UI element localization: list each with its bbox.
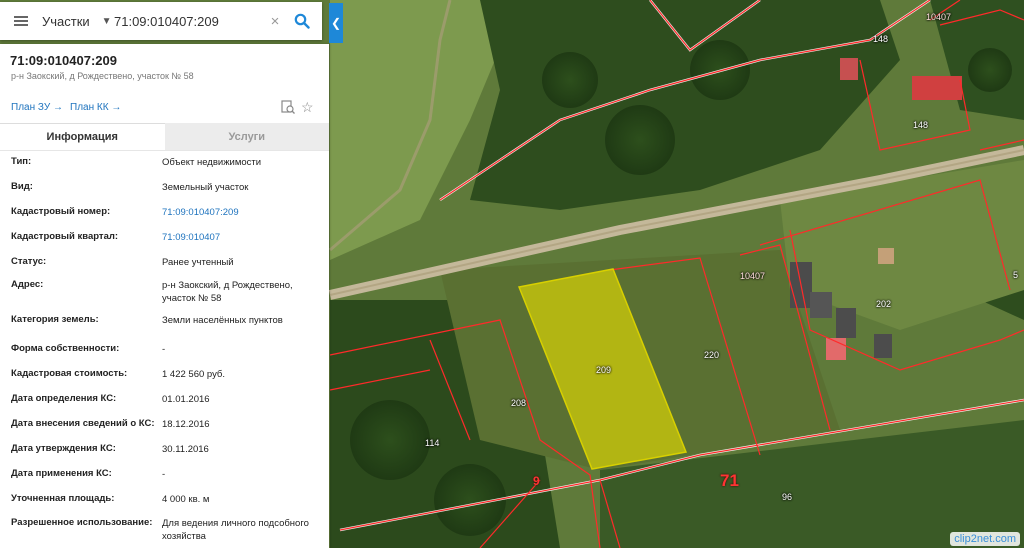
property-value: -	[162, 469, 166, 480]
property-key: Разрешенное использование:	[11, 517, 153, 528]
map-label-quarter-top: 10407	[926, 12, 952, 22]
property-value: -	[162, 344, 166, 355]
property-row: Категория земель: Земли населённых пункто…	[0, 314, 329, 343]
tab-services[interactable]: Услуги	[164, 123, 329, 150]
property-key: Уточненная площадь:	[11, 493, 115, 504]
property-row: Статус: Ранее учтенный	[0, 256, 329, 279]
property-key: Кадастровый номер:	[11, 206, 111, 217]
property-row: Разрешенное использование: Для ведения ли…	[0, 517, 329, 548]
chevron-down-icon: ▼	[101, 15, 112, 27]
map-label-5: 5	[1013, 270, 1019, 280]
property-value: 4 000 кв. м	[162, 494, 210, 505]
property-row: Дата утверждения КС: 30.11.2016	[0, 443, 329, 468]
property-row: Дата внесения сведений о КС: 18.12.2016	[0, 418, 329, 443]
map-label-quarter-mid: 10407	[740, 271, 766, 281]
plan-zu-label: План ЗУ	[11, 102, 51, 113]
property-value: р-н Заокский, д Рождествено, участок № 5…	[162, 280, 293, 304]
property-key: Дата применения КС:	[11, 468, 112, 479]
property-value: Ранее учтенный	[162, 257, 234, 268]
arrow-right-icon: →	[111, 102, 122, 113]
property-value: 18.12.2016	[162, 419, 210, 430]
property-row: Тип: Объект недвижимости	[0, 156, 329, 181]
property-value: Земельный участок	[162, 182, 249, 193]
property-row: Адрес: р-н Заокский, д Рождествено, участ…	[0, 279, 329, 314]
property-value: 1 422 560 руб.	[162, 369, 226, 380]
property-key: Дата утверждения КС:	[11, 443, 116, 454]
property-row: Дата определения КС: 01.01.2016	[0, 393, 329, 418]
plan-zu-link[interactable]: План ЗУ →	[11, 102, 63, 113]
panel-tabs: Информация Услуги	[0, 123, 329, 150]
plan-kk-link[interactable]: План КК →	[70, 102, 121, 113]
map-label-96: 96	[782, 492, 793, 502]
map-label-148-a: 148	[873, 34, 889, 44]
plan-kk-label: План КК	[70, 102, 109, 113]
property-value: Земли населённых пунктов	[162, 315, 283, 326]
info-panel: 71:09:010407:209 р-н Заокский, д Рождест…	[0, 44, 329, 548]
property-key: Тип:	[11, 156, 32, 167]
search-input[interactable]	[114, 13, 264, 29]
property-key: Кадастровый квартал:	[11, 231, 119, 242]
star-icon[interactable]: ☆	[301, 99, 314, 116]
property-key: Адрес:	[11, 279, 44, 290]
property-row: Кадастровый номер: 71:09:010407:209	[0, 206, 329, 231]
clear-icon[interactable]: ×	[264, 13, 286, 30]
property-row: Кадастровая стоимость: 1 422 560 руб.	[0, 368, 329, 393]
property-key: Форма собственности:	[11, 343, 120, 354]
object-title: 71:09:010407:209	[10, 53, 117, 68]
property-key: Вид:	[11, 181, 33, 192]
property-key: Кадастровая стоимость:	[11, 368, 128, 379]
map-label-9: 9	[533, 474, 540, 488]
watermark: clip2net.com	[950, 532, 1020, 546]
properties-list: Тип: Объект недвижимости Вид: Земельный уча…	[0, 150, 329, 548]
map-label-209: 209	[596, 365, 612, 375]
property-value-link[interactable]: 71:09:010407	[162, 231, 322, 244]
search-icon[interactable]	[286, 2, 318, 40]
map-label-208: 208	[511, 398, 527, 408]
tab-information[interactable]: Информация	[0, 123, 165, 150]
plan-links: План ЗУ → План КК → ☆	[0, 97, 329, 119]
property-key: Статус:	[11, 256, 47, 267]
hamburger-menu-icon[interactable]	[0, 2, 42, 40]
property-value-link[interactable]: 71:09:010407:209	[162, 206, 322, 219]
property-value: 30.11.2016	[162, 444, 209, 455]
map-label-148-b: 148	[913, 120, 929, 130]
object-subtitle: р-н Заокский, д Рождествено, участок № 5…	[11, 71, 194, 81]
property-value: Для ведения личного подсобного хозяйства	[162, 518, 309, 542]
property-value: Объект недвижимости	[162, 157, 262, 168]
map-label-114: 114	[425, 438, 440, 448]
search-bar: Участки ▼ ×	[0, 2, 322, 40]
map-label-202: 202	[876, 299, 892, 309]
property-row: Дата применения КС: -	[0, 468, 329, 493]
arrow-right-icon: →	[52, 102, 63, 113]
property-key: Дата определения КС:	[11, 393, 117, 404]
map-label-71: 71	[720, 471, 739, 490]
property-key: Дата внесения сведений о КС:	[11, 418, 155, 429]
property-value: 01.01.2016	[162, 394, 210, 405]
search-type-label: Участки	[42, 13, 90, 29]
property-row: Кадастровый квартал: 71:09:010407	[0, 231, 329, 256]
property-row: Вид: Земельный участок	[0, 181, 329, 206]
zoom-to-object-icon[interactable]	[281, 100, 295, 119]
search-type-select[interactable]: Участки ▼	[42, 14, 114, 29]
property-key: Категория земель:	[11, 314, 99, 325]
map-label-220: 220	[704, 350, 720, 360]
property-row: Форма собственности: -	[0, 343, 329, 368]
collapse-panel-button[interactable]: ❮	[329, 3, 343, 43]
property-row: Уточненная площадь: 4 000 кв. м	[0, 493, 329, 517]
